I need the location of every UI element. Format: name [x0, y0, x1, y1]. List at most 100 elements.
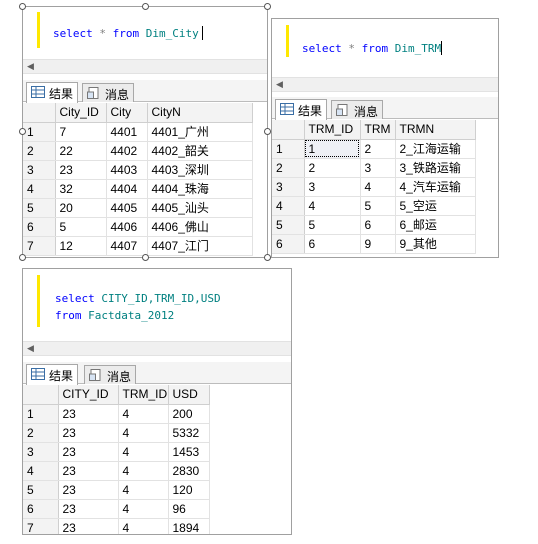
column-header[interactable]: CITY_ID — [58, 385, 119, 405]
table-cell[interactable]: 4404_珠海 — [147, 179, 253, 199]
resize-handle[interactable] — [264, 254, 271, 261]
resize-handle[interactable] — [19, 3, 26, 10]
tab-results[interactable]: 结果 — [275, 99, 328, 120]
table-cell[interactable]: 4 — [118, 518, 169, 534]
table-cell[interactable]: 4403 — [106, 160, 148, 180]
table-cell[interactable]: 4 — [360, 177, 396, 197]
table-cell[interactable]: 2 — [360, 139, 396, 159]
left-arrow-icon[interactable]: ◀ — [27, 343, 34, 354]
tab-messages[interactable]: 消息 — [331, 100, 384, 119]
table-cell[interactable]: 4_汽车运输 — [395, 177, 476, 197]
table-cell[interactable]: 4405 — [106, 198, 148, 218]
column-header[interactable]: City_ID — [55, 103, 107, 123]
resize-handle[interactable] — [19, 128, 26, 135]
table-cell[interactable]: 12 — [55, 236, 107, 256]
table-cell[interactable]: 96 — [168, 499, 210, 519]
table-cell[interactable]: 6 — [360, 215, 396, 235]
horizontal-scrollbar[interactable]: ◀ — [23, 59, 267, 74]
table-cell[interactable]: 4 — [118, 442, 169, 462]
row-number[interactable]: 5 — [23, 480, 59, 500]
table-cell[interactable]: 4406_佛山 — [147, 217, 253, 237]
row-number[interactable]: 5 — [272, 215, 305, 235]
table-cell[interactable]: 23 — [58, 461, 119, 481]
table-cell[interactable]: 3_铁路运输 — [395, 158, 476, 178]
table-cell[interactable]: 200 — [168, 404, 210, 424]
table-cell[interactable]: 4404 — [106, 179, 148, 199]
table-cell[interactable]: 23 — [58, 499, 119, 519]
table-cell[interactable]: 4 — [118, 461, 169, 481]
row-number[interactable]: 3 — [23, 442, 59, 462]
row-number[interactable]: 6 — [23, 217, 56, 237]
table-cell[interactable]: 4 — [118, 499, 169, 519]
resize-handle[interactable] — [19, 254, 26, 261]
row-number[interactable]: 2 — [23, 423, 59, 443]
table-cell[interactable]: 5_空运 — [395, 196, 476, 216]
table-cell[interactable]: 5 — [304, 215, 361, 235]
table-cell[interactable]: 4402 — [106, 141, 148, 161]
column-header[interactable]: CityN — [147, 103, 253, 123]
table-cell[interactable]: 3 — [360, 158, 396, 178]
table-cell[interactable]: 22 — [55, 141, 107, 161]
row-number[interactable]: 5 — [23, 198, 56, 218]
row-number[interactable]: 4 — [23, 461, 59, 481]
table-cell[interactable]: 4 — [118, 423, 169, 443]
resize-handle[interactable] — [142, 3, 149, 10]
table-cell[interactable]: 7 — [55, 122, 107, 142]
table-cell[interactable]: 6 — [304, 234, 361, 254]
table-cell[interactable]: 20 — [55, 198, 107, 218]
table-cell[interactable]: 23 — [58, 423, 119, 443]
table-cell[interactable]: 4402_韶关 — [147, 141, 253, 161]
table-cell[interactable]: 4405_汕头 — [147, 198, 253, 218]
tab-results[interactable]: 结果 — [26, 82, 79, 103]
table-cell[interactable]: 3 — [304, 177, 361, 197]
table-cell[interactable]: 5332 — [168, 423, 210, 443]
table-cell[interactable]: 4 — [118, 404, 169, 424]
table-cell[interactable]: 4403_深圳 — [147, 160, 253, 180]
column-header[interactable]: USD — [168, 385, 210, 405]
sql-editor[interactable]: select * from Dim_TRM — [272, 19, 498, 81]
table-cell[interactable]: 2830 — [168, 461, 210, 481]
table-cell[interactable]: 23 — [58, 442, 119, 462]
row-number[interactable]: 6 — [272, 234, 305, 254]
tab-messages[interactable]: 消息 — [84, 365, 137, 384]
table-cell[interactable]: 5 — [55, 217, 107, 237]
table-cell[interactable]: 4401_广州 — [147, 122, 253, 142]
table-cell[interactable]: 23 — [55, 160, 107, 180]
row-number[interactable]: 7 — [23, 236, 56, 256]
left-arrow-icon[interactable]: ◀ — [27, 61, 34, 72]
table-cell[interactable]: 9 — [360, 234, 396, 254]
column-header[interactable]: TRMN — [395, 120, 476, 140]
row-number[interactable]: 3 — [272, 177, 305, 197]
table-cell[interactable]: 4406 — [106, 217, 148, 237]
row-number[interactable]: 2 — [23, 141, 56, 161]
row-number[interactable]: 4 — [23, 179, 56, 199]
row-number[interactable]: 6 — [23, 499, 59, 519]
horizontal-scrollbar[interactable]: ◀ — [23, 341, 291, 356]
column-header[interactable]: TRM_ID — [118, 385, 169, 405]
table-cell[interactable]: 23 — [58, 480, 119, 500]
selected-cell[interactable]: 1 — [304, 139, 361, 159]
column-header[interactable]: City — [106, 103, 148, 123]
table-cell[interactable]: 2_江海运输 — [395, 139, 476, 159]
resize-handle[interactable] — [264, 128, 271, 135]
table-cell[interactable]: 5 — [360, 196, 396, 216]
row-number[interactable]: 4 — [272, 196, 305, 216]
column-header[interactable]: TRM — [360, 120, 396, 140]
table-cell[interactable]: 4401 — [106, 122, 148, 142]
row-number[interactable]: 7 — [23, 518, 59, 534]
table-cell[interactable]: 4 — [118, 480, 169, 500]
row-number[interactable]: 2 — [272, 158, 305, 178]
tab-messages[interactable]: 消息 — [82, 83, 135, 102]
table-cell[interactable]: 6_邮运 — [395, 215, 476, 235]
table-cell[interactable]: 23 — [58, 404, 119, 424]
table-cell[interactable]: 4 — [304, 196, 361, 216]
left-arrow-icon[interactable]: ◀ — [276, 79, 283, 90]
table-cell[interactable]: 4407_江门 — [147, 236, 253, 256]
tab-results[interactable]: 结果 — [26, 364, 79, 385]
table-cell[interactable]: 4407 — [106, 236, 148, 256]
table-cell[interactable]: 23 — [58, 518, 119, 534]
table-cell[interactable]: 120 — [168, 480, 210, 500]
row-number[interactable]: 1 — [23, 122, 56, 142]
resize-handle[interactable] — [142, 254, 149, 261]
table-cell[interactable]: 9_其他 — [395, 234, 476, 254]
